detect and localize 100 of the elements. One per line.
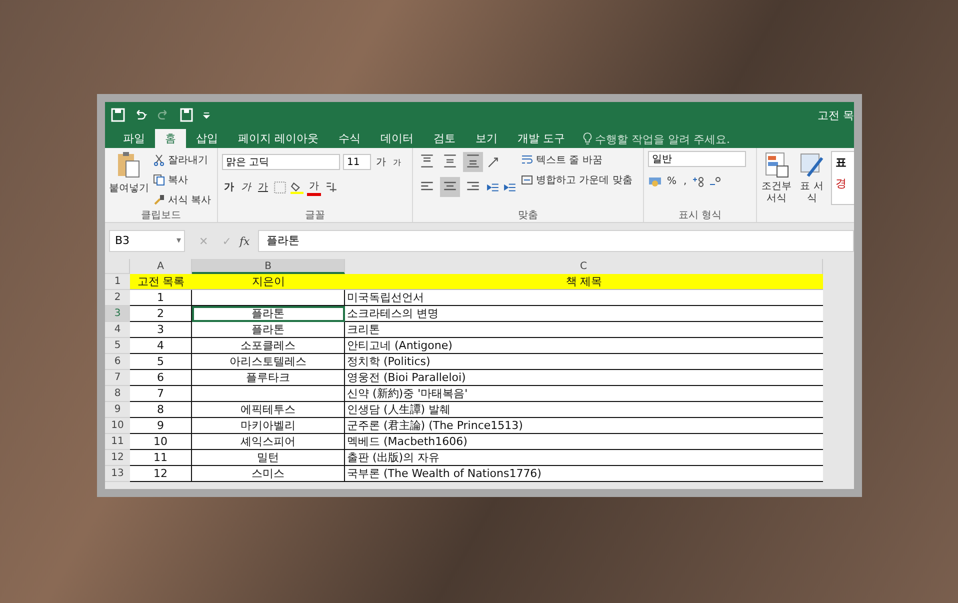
row-header[interactable]: 3 <box>105 306 130 322</box>
table-cell: 지은이 <box>192 274 345 290</box>
table-cell: 고전 목록 <box>130 274 192 290</box>
row-header[interactable]: 6 <box>105 354 130 370</box>
ribbon-tab[interactable]: 페이지 레이아웃 <box>228 129 328 148</box>
conditional-format-button[interactable]: 조건부 서식 <box>761 151 792 222</box>
group-label: 표시 형식 <box>677 209 723 222</box>
table-cell: 미국독립선언서 <box>345 290 823 306</box>
merge-center-button[interactable]: 병합하고 가운데 맞춤 <box>521 171 632 188</box>
formula-field[interactable]: 플라톤 <box>258 230 854 252</box>
table-cell: 2 <box>130 306 192 322</box>
scissors-icon <box>153 154 165 166</box>
orientation-icon[interactable] <box>486 156 500 168</box>
table-cell: 7 <box>130 386 192 402</box>
format-table-button[interactable]: 표 서식 <box>796 151 828 222</box>
merge-icon <box>521 174 533 186</box>
font-color-button[interactable]: 가 <box>307 178 321 196</box>
paste-button[interactable]: 붙여넣기 <box>109 151 149 208</box>
cell-styles-gallery[interactable]: 표 경 <box>831 151 854 205</box>
font-name-field[interactable]: 맑은 고딕 <box>222 154 340 170</box>
underline-button[interactable]: 가 <box>256 180 270 194</box>
align-icon <box>466 154 480 168</box>
decrease-indent-icon[interactable] <box>486 180 500 194</box>
table-cell: 안티고네 (Antigone) <box>345 338 823 354</box>
table-cell: 아리스토텔레스 <box>192 354 345 370</box>
percent-button[interactable]: % <box>665 176 679 186</box>
table-cell: 소크라테스의 변명 <box>345 306 823 322</box>
row-header[interactable]: 9 <box>105 402 130 418</box>
row-header[interactable]: 2 <box>105 290 130 306</box>
tell-me-field[interactable]: 수행할 작업을 알려 주세요. <box>595 130 745 148</box>
table-cell: 11 <box>130 450 192 466</box>
column-header[interactable]: B <box>192 259 345 274</box>
row-header[interactable]: 10 <box>105 418 130 434</box>
fill-color-icon[interactable] <box>290 180 304 194</box>
ribbon-tab[interactable]: 개발 도구 <box>508 129 575 148</box>
preview-icon[interactable] <box>180 108 194 122</box>
name-box[interactable]: B3 ▾ <box>109 230 185 252</box>
lightbulb-icon <box>583 132 592 145</box>
phonetic-icon[interactable] <box>324 180 338 194</box>
grow-font-button[interactable]: 가 <box>374 155 388 169</box>
align-icon <box>420 154 434 168</box>
table-brush-icon <box>800 151 824 179</box>
row-header[interactable]: 4 <box>105 322 130 338</box>
wrap-text-button[interactable]: 텍스트 줄 바꿈 <box>521 151 632 168</box>
function-icon[interactable]: fx <box>239 234 250 248</box>
ribbon-tab[interactable]: 검토 <box>424 129 466 148</box>
increase-decimal-icon[interactable] <box>692 174 706 188</box>
table-cell: 밀턴 <box>192 450 345 466</box>
table-cell: 군주론 (君主論) (The Prince1513) <box>345 418 823 434</box>
ribbon-tab[interactable]: 홈 <box>155 129 186 148</box>
row-header[interactable]: 8 <box>105 386 130 402</box>
window-title: 고전 목 <box>818 108 854 122</box>
copy-button[interactable]: 복사 <box>153 171 212 188</box>
table-cell: 정치학 (Politics) <box>345 354 823 370</box>
bold-button[interactable]: 가 <box>222 180 236 194</box>
ribbon-tab[interactable]: 수식 <box>328 129 370 148</box>
table-cell: 크리톤 <box>345 322 823 338</box>
vertical-align-button[interactable] <box>463 152 483 172</box>
number-format-field[interactable]: 일반 <box>648 151 746 167</box>
table-cell: 신약 (新約)중 '마태복음' <box>345 386 823 402</box>
table-cell: 플라톤 <box>192 306 345 322</box>
ribbon-tab[interactable]: 보기 <box>466 129 508 148</box>
copy-icon <box>153 174 165 186</box>
row-header[interactable]: 1 <box>105 274 130 290</box>
table-cell: 6 <box>130 370 192 386</box>
decrease-decimal-icon[interactable] <box>708 174 723 188</box>
save-icon[interactable] <box>111 108 125 122</box>
table-cell: 소포클레스 <box>192 338 345 354</box>
row-header[interactable]: 12 <box>105 450 130 466</box>
comma-button[interactable]: , <box>682 176 689 186</box>
row-header[interactable]: 5 <box>105 338 130 354</box>
row-header[interactable]: 11 <box>105 434 130 450</box>
table-cell: 1 <box>130 290 192 306</box>
table-cell: 마키아벨리 <box>192 418 345 434</box>
cut-button[interactable]: 잘라내기 <box>153 151 212 168</box>
undo-icon[interactable] <box>134 108 148 122</box>
brush-icon <box>153 194 165 206</box>
ribbon-tab[interactable]: 파일 <box>113 129 155 148</box>
table-cell: 10 <box>130 434 192 450</box>
row-header[interactable]: 13 <box>105 466 130 482</box>
ribbon-tab[interactable]: 삽입 <box>186 129 228 148</box>
table-cell: 5 <box>130 354 192 370</box>
table-cell: 출판 (出版)의 자유 <box>345 450 823 466</box>
horizontal-align-button[interactable] <box>440 177 460 197</box>
table-cell: 인생담 (人生譚) 발췌 <box>345 402 823 418</box>
table-cell: 9 <box>130 418 192 434</box>
table-cell: 플루타크 <box>192 370 345 386</box>
table-cell: 책 제목 <box>345 274 823 290</box>
format-painter-button[interactable]: 서식 복사 <box>153 191 212 208</box>
group-label: 맞춤 <box>517 209 539 222</box>
table-cell: 12 <box>130 466 192 482</box>
align-icon <box>420 179 434 193</box>
italic-button[interactable]: 가 <box>239 180 253 194</box>
ribbon-tab[interactable]: 데이터 <box>370 129 424 148</box>
row-header[interactable]: 7 <box>105 370 130 386</box>
shrink-font-button[interactable]: 가 <box>391 156 403 168</box>
customize-icon[interactable] <box>203 112 210 118</box>
table-cell: 셰익스피어 <box>192 434 345 450</box>
increase-indent-icon[interactable] <box>503 180 517 194</box>
font-size-field[interactable]: 11 <box>343 154 371 170</box>
